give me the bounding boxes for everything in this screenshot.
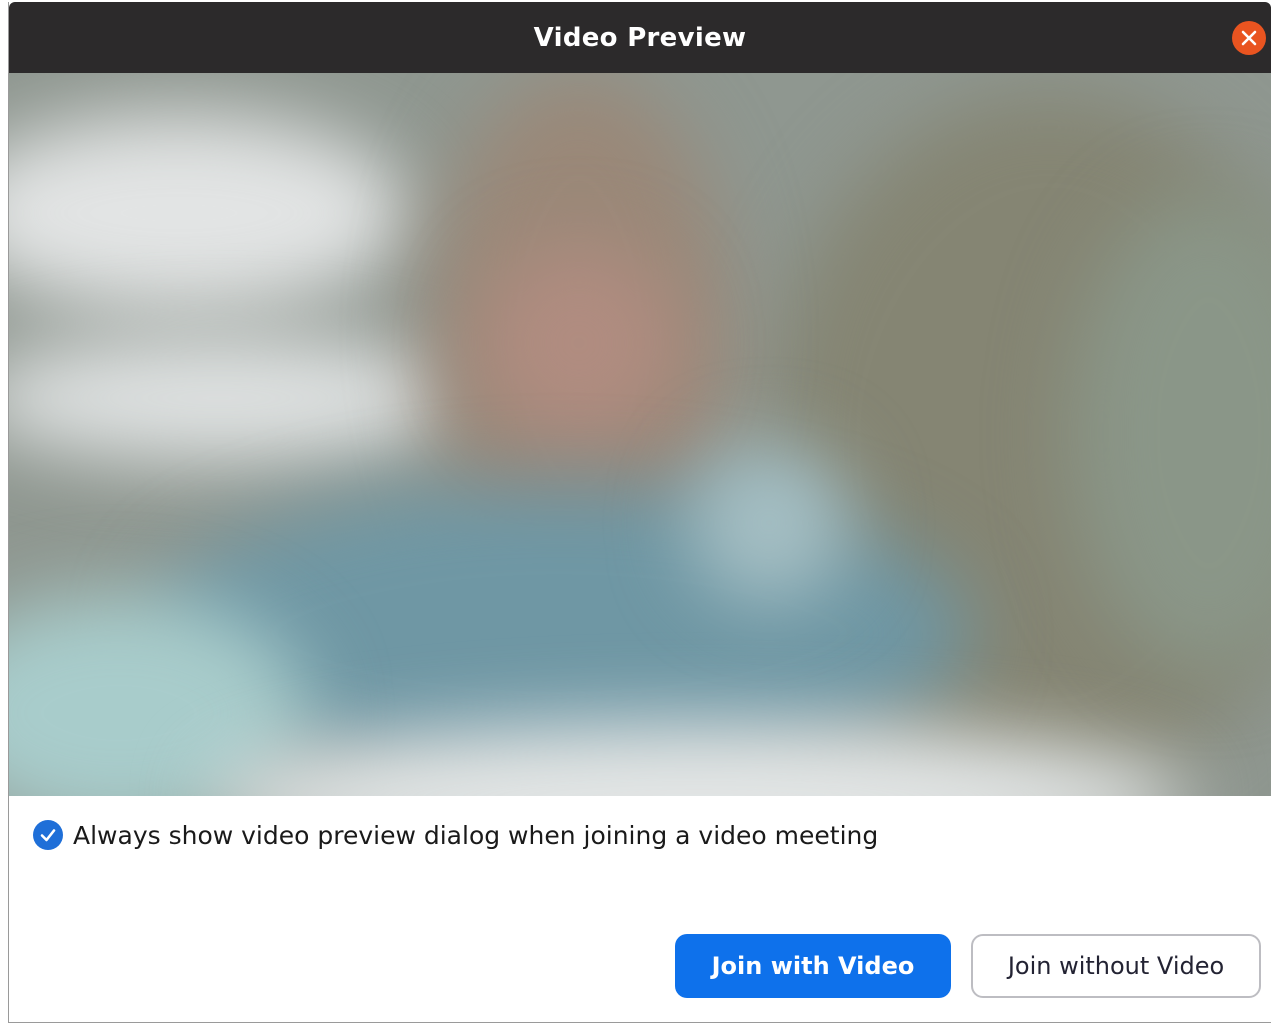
- video-blur-patch: [689, 443, 849, 603]
- close-button[interactable]: [1232, 21, 1266, 55]
- video-preview: [9, 73, 1271, 796]
- close-icon: [1241, 30, 1257, 46]
- title-bar[interactable]: Video Preview: [9, 2, 1271, 73]
- always-show-preview-option[interactable]: Always show video preview dialog when jo…: [33, 820, 878, 850]
- video-preview-dialog: Video Preview Always show video preview …: [8, 2, 1271, 1023]
- checkmark-icon: [40, 829, 56, 842]
- video-blur-patch: [9, 113, 409, 313]
- video-blur-patch: [9, 333, 469, 463]
- join-without-video-button[interactable]: Join without Video: [971, 934, 1261, 998]
- always-show-preview-label: Always show video preview dialog when jo…: [73, 820, 879, 850]
- video-blur-patch: [479, 243, 679, 443]
- always-show-preview-checkbox[interactable]: [33, 820, 63, 850]
- window-title: Video Preview: [533, 23, 747, 53]
- join-with-video-button[interactable]: Join with Video: [675, 934, 951, 998]
